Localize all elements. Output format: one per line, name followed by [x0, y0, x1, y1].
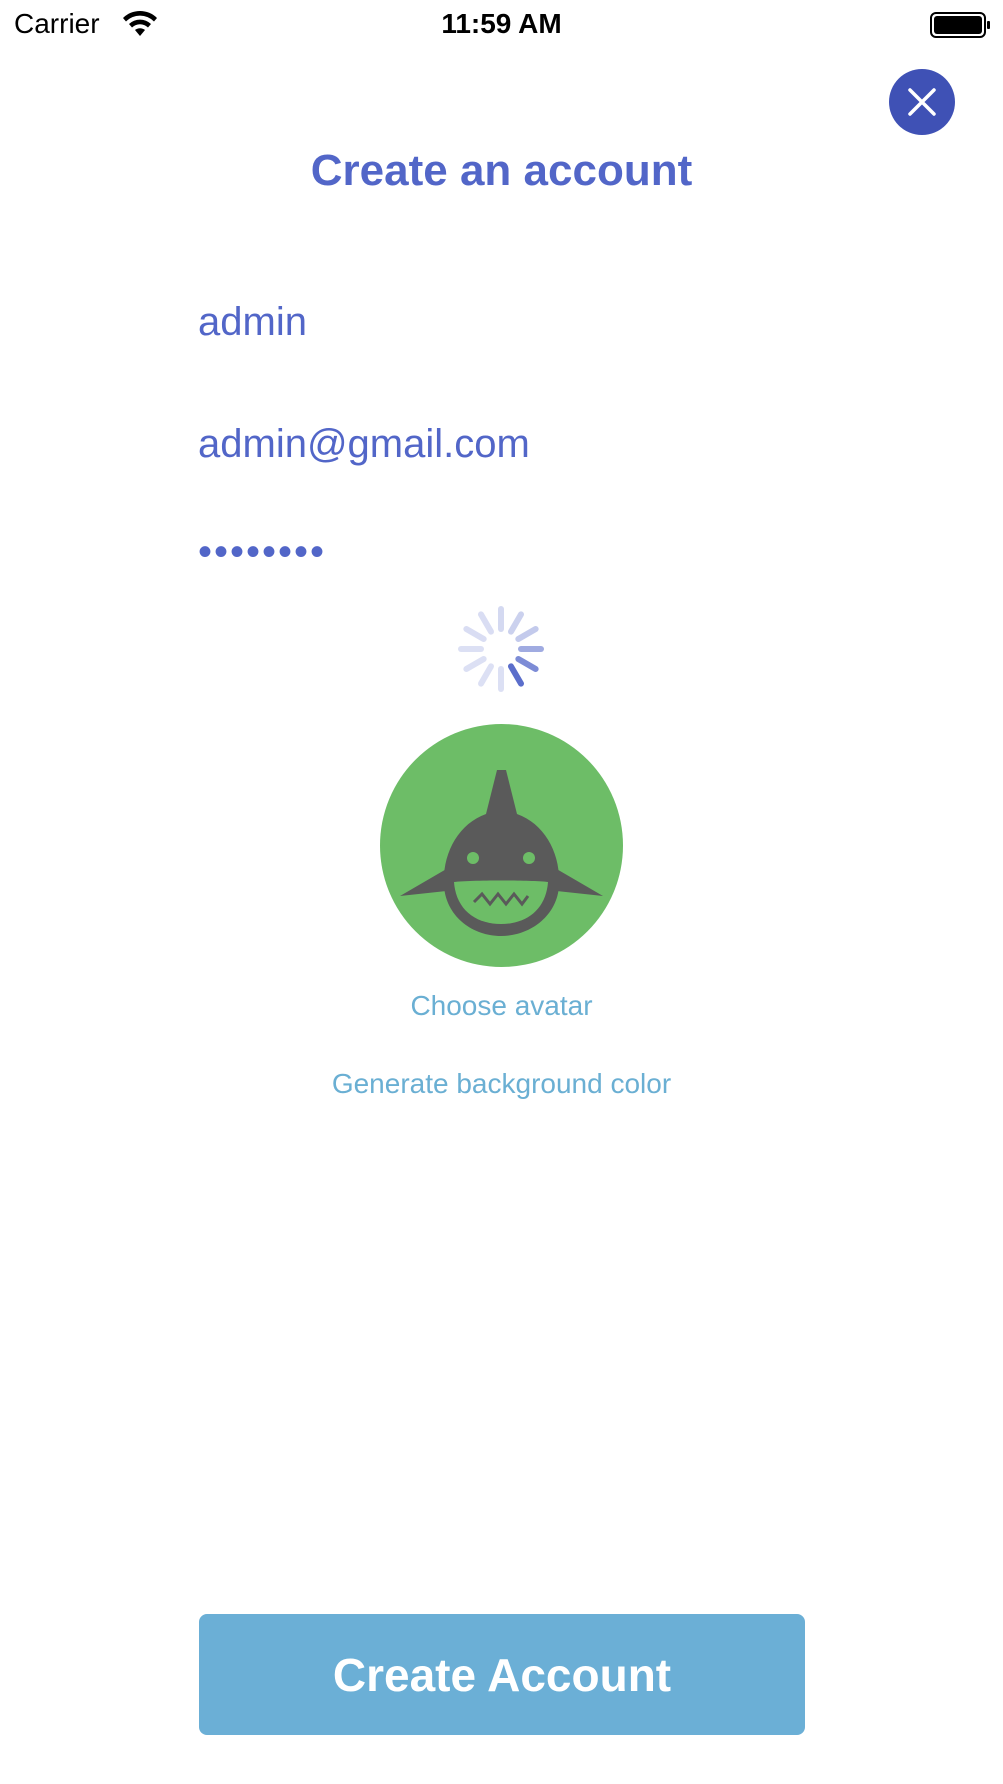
close-button[interactable] — [889, 69, 955, 135]
generate-background-color-link[interactable]: Generate background color — [0, 1068, 1003, 1100]
password-value: •••••••• — [198, 530, 327, 574]
email-field[interactable] — [198, 412, 804, 476]
status-time: 11:59 AM — [441, 8, 562, 39]
close-icon — [908, 88, 936, 116]
avatar[interactable] — [380, 724, 623, 967]
shark-icon — [400, 770, 603, 936]
username-field[interactable] — [198, 290, 804, 354]
create-account-button[interactable]: Create Account — [199, 1614, 805, 1735]
loading-spinner-icon — [458, 606, 544, 692]
password-field[interactable]: •••••••• — [198, 530, 804, 594]
status-bar: Carrier 11:59 AM — [0, 0, 1003, 50]
page-title: Create an account — [310, 146, 693, 195]
create-account-label: Create Account — [332, 1648, 672, 1701]
battery-icon — [930, 12, 990, 38]
choose-avatar-link[interactable]: Choose avatar — [0, 990, 1003, 1022]
